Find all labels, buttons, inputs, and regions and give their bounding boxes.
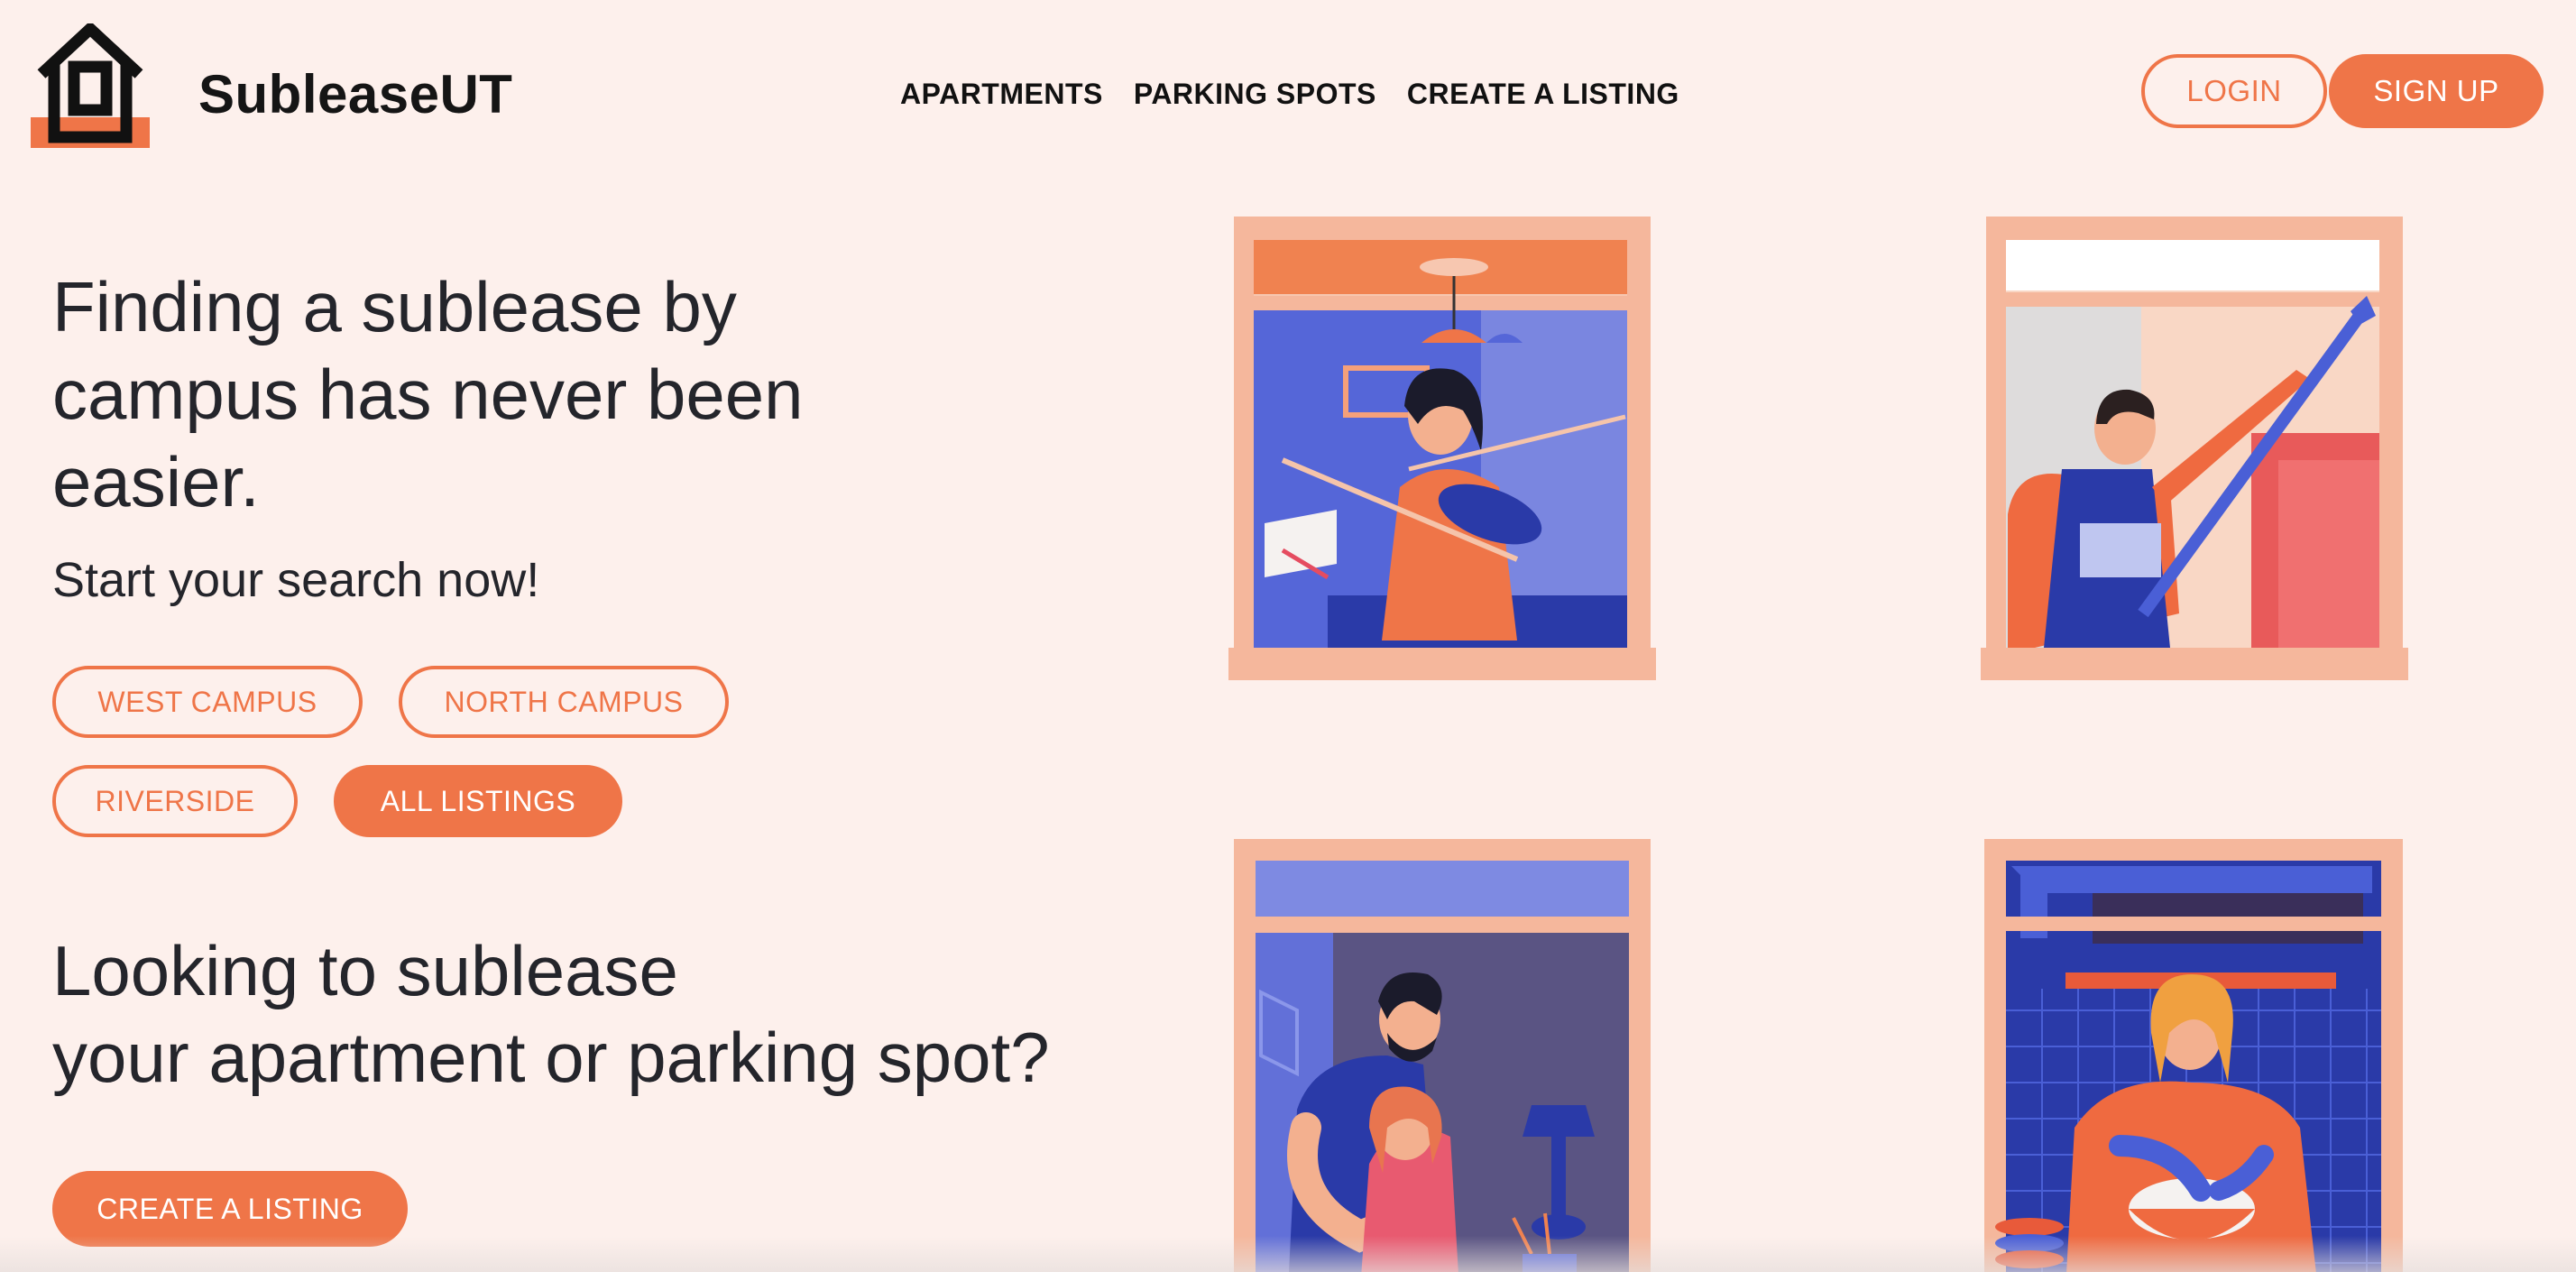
west-campus-button[interactable]: WEST CAMPUS xyxy=(52,666,363,738)
nav-parking-spots[interactable]: PARKING SPOTS xyxy=(1134,78,1376,111)
main-nav: APARTMENTS PARKING SPOTS CREATE A LISTIN… xyxy=(900,78,1679,111)
hero-subtitle: Start your search now! xyxy=(52,553,540,607)
signup-button[interactable]: SIGN UP xyxy=(2329,54,2544,128)
page: SubleaseUT APARTMENTS PARKING SPOTS CREA… xyxy=(0,0,2576,1272)
riverside-button[interactable]: RIVERSIDE xyxy=(52,765,298,837)
nav-create-listing[interactable]: CREATE A LISTING xyxy=(1407,78,1679,111)
couple-window-illustration xyxy=(1234,839,1651,1272)
north-campus-button[interactable]: NORTH CAMPUS xyxy=(399,666,729,738)
brand-name[interactable]: SubleaseUT xyxy=(198,63,512,125)
hero-title: Finding a sublease by campus has never b… xyxy=(52,267,804,521)
cook-window-illustration xyxy=(1984,839,2403,1272)
bottom-fade xyxy=(0,1236,2576,1272)
sublease-title-line2: your apartment or parking spot? xyxy=(52,1018,1050,1097)
violinist-window-illustration xyxy=(1228,217,1656,680)
house-logo-icon[interactable] xyxy=(27,23,153,150)
login-button[interactable]: LOGIN xyxy=(2141,54,2327,128)
sublease-title-line1: Looking to sublease xyxy=(52,931,678,1010)
sublease-prompt-title: Looking to sublease your apartment or pa… xyxy=(52,927,1171,1101)
nav-apartments[interactable]: APARTMENTS xyxy=(900,78,1103,111)
all-listings-button[interactable]: ALL LISTINGS xyxy=(334,765,622,837)
painter-window-illustration xyxy=(1981,217,2408,680)
